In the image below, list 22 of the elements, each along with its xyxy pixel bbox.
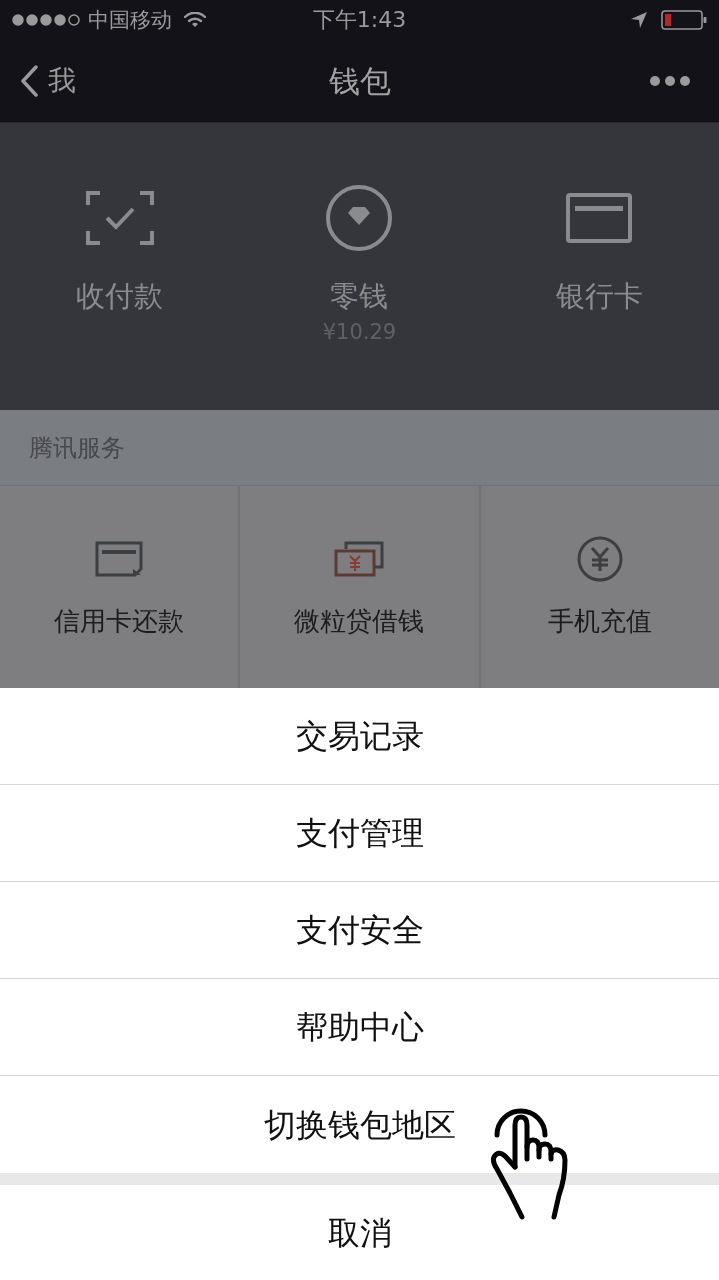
wallet-item-label[interactable]: 银行卡 (555, 282, 643, 311)
service-tile[interactable]: 手机充值 (480, 486, 719, 688)
carrier-name: 中国移动 (88, 9, 172, 31)
card-icon (566, 193, 633, 243)
back-button[interactable]: 我 (20, 65, 76, 97)
card-repay-icon (95, 541, 144, 577)
battery-icon (661, 10, 707, 30)
service-tile[interactable]: 微粒贷借钱 (240, 486, 479, 688)
banknotes-icon (334, 541, 385, 577)
status-time: 下午1:43 (312, 9, 407, 31)
wallet-item-label[interactable]: 收付款 (76, 282, 164, 311)
back-chevron-icon (20, 65, 38, 97)
diamond-circle-icon (325, 184, 394, 252)
wifi-icon (184, 12, 206, 28)
more-icon[interactable] (649, 75, 691, 87)
scan-check-icon (85, 191, 154, 245)
yen-circle-icon (576, 536, 623, 582)
location-arrow-icon (631, 12, 647, 28)
wallet-item-label[interactable]: 零钱 (330, 282, 389, 311)
service-tile[interactable]: 信用卡还款 (0, 486, 239, 688)
signal-strength-icon (12, 14, 82, 26)
page-title: 钱包 (328, 65, 391, 97)
